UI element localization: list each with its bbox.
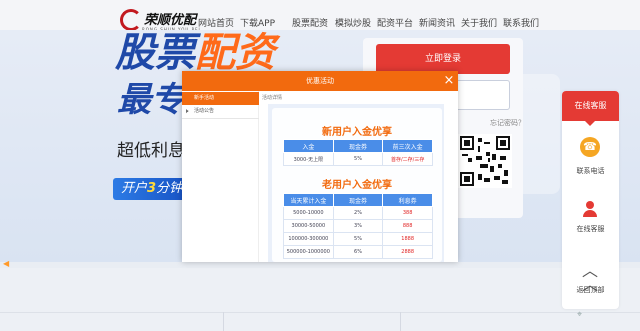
table-cell: 首存/二存/三存 xyxy=(382,152,433,166)
table-cell: 5000-10000 xyxy=(283,206,334,220)
sidebar-pointer-icon xyxy=(585,121,595,126)
banner-headline-blue: 股票 xyxy=(115,30,195,76)
bottom-divider-v1 xyxy=(223,312,224,331)
table-cell: 5% xyxy=(332,152,384,166)
modal-breadcrumb: 活动详情 xyxy=(262,95,283,101)
table-header-cell: 当天累计入金 xyxy=(283,193,334,207)
bottom-decor-icon: ⌖ xyxy=(577,310,583,320)
sidebar-phone-label[interactable]: 联系电话 xyxy=(562,166,619,176)
promo-new-user-title: 新用户入金优享 xyxy=(322,127,392,138)
headset-icon-body xyxy=(583,210,597,217)
table-cell: 100000-300000 xyxy=(283,232,334,246)
bottom-divider xyxy=(0,312,640,313)
nav-news[interactable]: 新闻资讯 xyxy=(419,16,455,29)
banner-pill-prefix: 开户 xyxy=(121,181,148,196)
qr-code-image xyxy=(458,134,512,188)
table-header-row: 当天累计入金 现金券 利息券 xyxy=(283,193,433,207)
banner-prev-arrow-icon[interactable]: ◀ xyxy=(3,259,9,268)
banner-pill-number: 3 xyxy=(147,181,157,196)
banner-pill: 开户3分钟 xyxy=(113,178,191,200)
banner-headline-orange: 配资 xyxy=(195,30,275,76)
table-row: 100000-300000 5% 1888 xyxy=(283,232,433,246)
bottom-section xyxy=(0,268,640,331)
speaker-icon: 🕨 xyxy=(184,107,189,115)
table-cell: 2% xyxy=(332,206,384,220)
modal-menu-divider xyxy=(182,118,259,119)
table-cell: 500000-1000000 xyxy=(283,245,334,259)
table-header-cell: 入金 xyxy=(283,139,334,153)
table-row: 500000-1000000 6% 2888 xyxy=(283,245,433,259)
table-cell: 2888 xyxy=(382,245,433,259)
table-cell: 5% xyxy=(332,232,384,246)
table-cell: 6% xyxy=(332,245,384,259)
nav-stock-funding[interactable]: 股票配资 xyxy=(292,16,328,29)
nav-funding-platform[interactable]: 配资平台 xyxy=(377,16,413,29)
table-cell: 3000-无上限 xyxy=(283,152,334,166)
table-cell: 1888 xyxy=(382,232,433,246)
table-header-cell: 现金券 xyxy=(332,139,384,153)
table-cell: 888 xyxy=(382,219,433,233)
nav-about-us[interactable]: 关于我们 xyxy=(461,16,497,29)
table-cell: 30000-50000 xyxy=(283,219,334,233)
modal-title: 优惠活动 xyxy=(182,71,458,91)
nav-contact-us[interactable]: 联系我们 xyxy=(503,16,539,29)
login-button[interactable]: 立即登录 xyxy=(376,44,510,74)
phone-icon[interactable]: ☎ xyxy=(580,137,600,157)
sidebar-service-label[interactable]: 在线客服 xyxy=(562,224,619,234)
modal-menu-item-newbie[interactable]: 新手活动 xyxy=(182,92,259,105)
forgot-password-link[interactable]: 忘记密码？ xyxy=(490,118,525,128)
table-row: 30000-50000 3% 888 xyxy=(283,219,433,233)
table-header-cell: 现金券 xyxy=(332,193,384,207)
table-row: 3000-无上限 5% 首存/二存/三存 xyxy=(283,152,433,166)
table-header-cell: 前三次入金 xyxy=(382,139,433,153)
table-cell: 388 xyxy=(382,206,433,220)
nav-simulated-trading[interactable]: 模拟炒股 xyxy=(335,16,371,29)
promo-new-user-table: 入金 现金券 前三次入金 3000-无上限 5% 首存/二存/三存 xyxy=(283,139,433,166)
table-row: 5000-10000 2% 388 xyxy=(283,206,433,220)
headset-icon[interactable] xyxy=(582,201,598,217)
modal-menu-item-announcement[interactable]: 🕨 活动公告 xyxy=(182,105,259,118)
table-header-cell: 利息券 xyxy=(382,193,433,207)
sidebar-back-to-top[interactable]: 返回顶部 xyxy=(562,285,619,295)
bottom-divider-v2 xyxy=(400,312,401,331)
banner-pill-suffix: 分钟 xyxy=(156,181,183,196)
banner-headline: 股票配资 xyxy=(115,20,275,78)
table-header-row: 入金 现金券 前三次入金 xyxy=(283,139,433,153)
qr-code-icon xyxy=(460,136,510,186)
sidebar-online-service[interactable]: 在线客服 xyxy=(562,91,619,121)
modal-menu-item-label: 活动公告 xyxy=(194,108,215,114)
table-cell: 3% xyxy=(332,219,384,233)
headset-icon-head xyxy=(586,201,594,209)
close-icon[interactable]: × xyxy=(441,73,457,89)
promo-old-user-table: 当天累计入金 现金券 利息券 5000-10000 2% 388 30000-5… xyxy=(283,193,433,259)
promo-old-user-title: 老用户入金优享 xyxy=(322,180,392,191)
